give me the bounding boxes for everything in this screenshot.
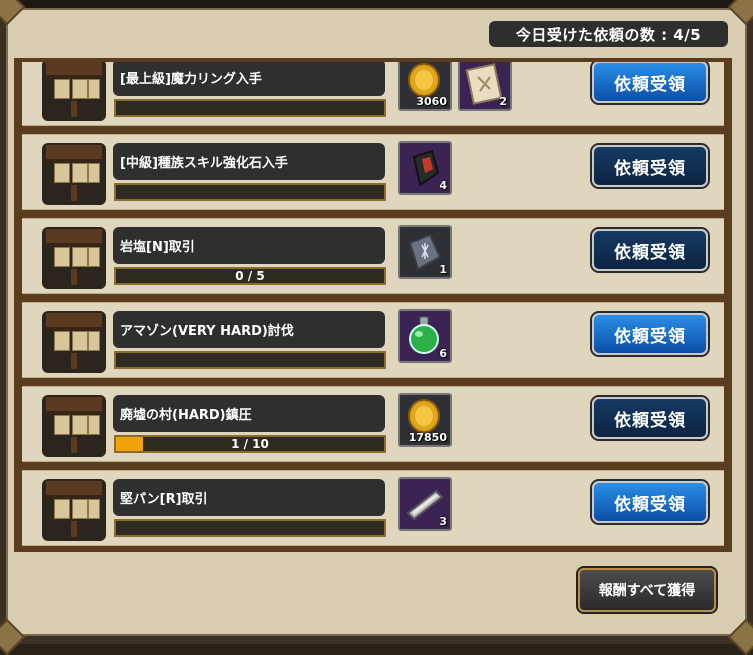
accept-quest-button[interactable]: 依頼受領 xyxy=(592,145,708,187)
quest-board-icon xyxy=(42,143,106,205)
quest-title: 岩塩[N]取引 xyxy=(113,227,385,264)
reward-qty: 3060 xyxy=(416,95,447,108)
accept-quest-button[interactable]: 依頼受領 xyxy=(592,229,708,271)
quest-progress-text xyxy=(116,353,384,367)
reward-qty: 4 xyxy=(439,179,447,192)
reward-slot[interactable]: 1 xyxy=(398,225,452,279)
quest-progress-text xyxy=(116,185,384,199)
quest-row: 廃墟の村(HARD)鎮圧 1 / 10 17850 依頼受領 xyxy=(22,386,724,462)
quest-row: 堅パン[R]取引 3 依頼受領 xyxy=(22,470,724,546)
reward-qty: 6 xyxy=(439,347,447,360)
quest-board-icon xyxy=(42,479,106,541)
quest-row: [最上級]魔力リング入手 3060 2 依頼受領 xyxy=(22,62,724,126)
quest-progress-bar xyxy=(114,351,386,369)
quest-title: [最上級]魔力リング入手 xyxy=(113,62,385,96)
claim-all-rewards-button[interactable]: 報酬すべて獲得 xyxy=(578,568,716,612)
reward-slot[interactable]: 4 xyxy=(398,141,452,195)
quest-progress-bar xyxy=(114,519,386,537)
quest-board-icon xyxy=(42,62,106,121)
reward-slot[interactable]: 2 xyxy=(458,62,512,111)
quest-title: アマゾン(VERY HARD)討伐 xyxy=(113,311,385,348)
quest-title: 堅パン[R]取引 xyxy=(113,479,385,516)
quest-title: [中級]種族スキル強化石入手 xyxy=(113,143,385,180)
daily-quest-count: 今日受けた依頼の数 : 4/5 xyxy=(489,21,728,47)
quest-progress-text xyxy=(116,521,384,535)
quest-row: 岩塩[N]取引 0 / 5 1 依頼受領 xyxy=(22,218,724,294)
quest-board-icon xyxy=(42,227,106,289)
quest-progress-text: 1 / 10 xyxy=(231,437,269,451)
reward-slot[interactable]: 6 xyxy=(398,309,452,363)
reward-qty: 3 xyxy=(439,515,447,528)
quest-progress-bar xyxy=(114,183,386,201)
quest-list[interactable]: [最上級]魔力リング入手 3060 2 依頼受領 [中級]種族スキル強化石入手 xyxy=(14,58,732,552)
reward-qty: 1 xyxy=(439,263,447,276)
quest-progress-bar xyxy=(114,99,386,117)
quest-board-icon xyxy=(42,311,106,373)
reward-slot[interactable]: 17850 xyxy=(398,393,452,447)
accept-quest-button[interactable]: 依頼受領 xyxy=(592,313,708,355)
window-frame: 今日受けた依頼の数 : 4/5 [最上級]魔力リング入手 3060 2 依頼受領 xyxy=(0,0,753,655)
reward-slot[interactable]: 3060 xyxy=(398,62,452,111)
accept-quest-button[interactable]: 依頼受領 xyxy=(592,481,708,523)
accept-quest-button[interactable]: 依頼受領 xyxy=(592,397,708,439)
quest-title: 廃墟の村(HARD)鎮圧 xyxy=(113,395,385,432)
quest-progress-text: 0 / 5 xyxy=(235,269,265,283)
quest-progress-text xyxy=(116,101,384,115)
reward-slot[interactable]: 3 xyxy=(398,477,452,531)
accept-quest-button[interactable]: 依頼受領 xyxy=(592,62,708,103)
quest-progress-bar: 0 / 5 xyxy=(114,267,386,285)
quest-progress-bar: 1 / 10 xyxy=(114,435,386,453)
top-strip xyxy=(0,0,753,8)
reward-qty: 2 xyxy=(499,95,507,108)
reward-qty: 17850 xyxy=(408,431,447,444)
quest-row: アマゾン(VERY HARD)討伐 6 依頼受領 xyxy=(22,302,724,378)
quest-board-icon xyxy=(42,395,106,457)
quest-row: [中級]種族スキル強化石入手 4 依頼受領 xyxy=(22,134,724,210)
